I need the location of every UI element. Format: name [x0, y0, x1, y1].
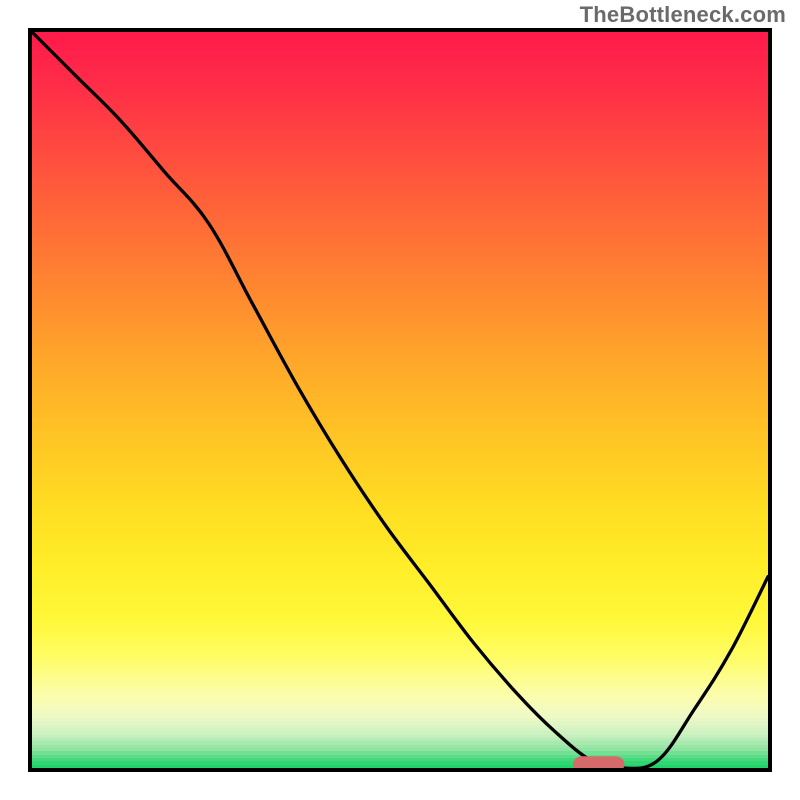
- curve-line: [32, 32, 768, 768]
- plot-frame: [28, 28, 772, 772]
- minimum-marker: [573, 756, 625, 768]
- watermark-text: TheBottleneck.com: [580, 2, 786, 28]
- chart-overlay: [32, 32, 768, 768]
